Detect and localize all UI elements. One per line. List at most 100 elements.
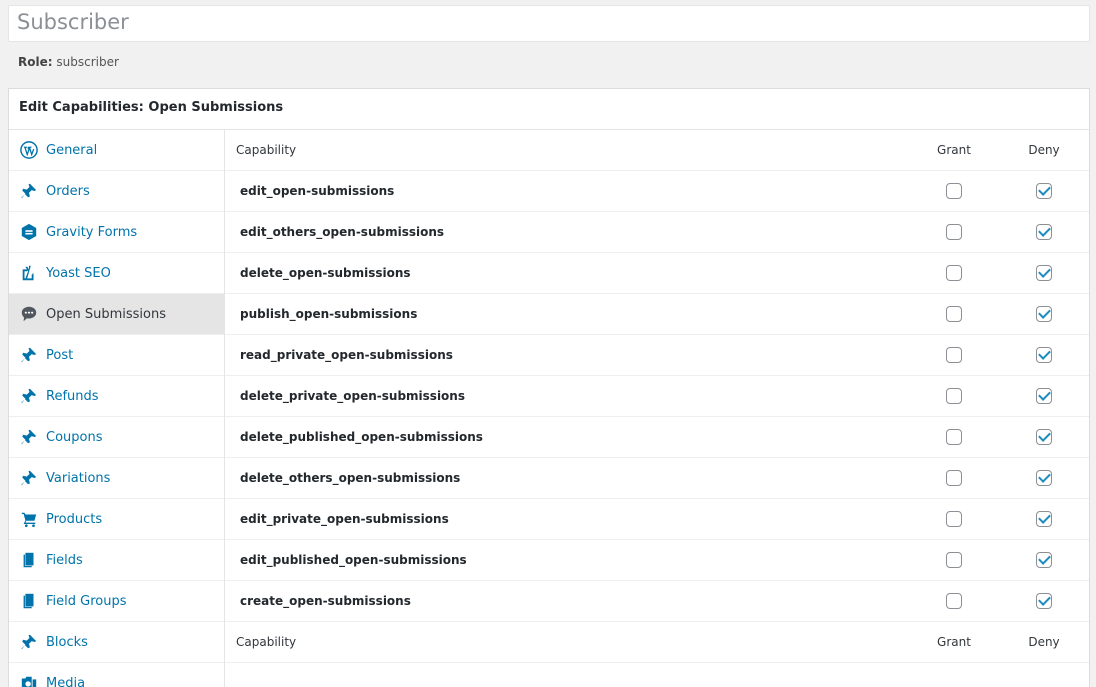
capability-name: delete_published_open-submissions xyxy=(240,430,483,444)
sidebar-item-label: Variations xyxy=(46,470,111,486)
sidebar-item-variations[interactable]: Variations xyxy=(9,458,224,499)
deny-checkbox[interactable] xyxy=(1036,265,1052,281)
sidebar-item-gravity-forms[interactable]: Gravity Forms xyxy=(9,212,224,253)
grant-checkbox[interactable] xyxy=(946,470,962,486)
deny-checkbox[interactable] xyxy=(1036,511,1052,527)
sidebar-item-orders[interactable]: Orders xyxy=(9,171,224,212)
capabilities-table: Capability Grant Deny edit_open-submissions… xyxy=(225,130,1089,663)
sidebar-item-label: Field Groups xyxy=(46,593,127,609)
grant-checkbox[interactable] xyxy=(946,265,962,281)
grant-checkbox[interactable] xyxy=(946,429,962,445)
grant-checkbox[interactable] xyxy=(946,183,962,199)
table-row: delete_others_open-submissions xyxy=(225,458,1089,499)
grant-cell xyxy=(909,388,999,404)
sidebar-item-yoast-seo[interactable]: Yoast SEO xyxy=(9,253,224,294)
deny-cell xyxy=(999,388,1089,404)
pages-icon xyxy=(19,591,39,611)
column-header-capability: Capability xyxy=(236,635,297,649)
capability-name: edit_others_open-submissions xyxy=(240,225,445,239)
deny-cell xyxy=(999,511,1089,527)
grant-cell xyxy=(909,224,999,240)
sidebar-item-label: Open Submissions xyxy=(46,306,166,322)
grant-checkbox[interactable] xyxy=(946,511,962,527)
pushpin-icon xyxy=(19,468,39,488)
sidebar-item-label: General xyxy=(46,142,98,158)
grant-cell xyxy=(909,511,999,527)
sidebar-item-products[interactable]: Products xyxy=(9,499,224,540)
sidebar-item-label: Media xyxy=(46,675,86,687)
deny-cell xyxy=(999,552,1089,568)
column-header-grant: Grant xyxy=(937,635,971,649)
pages-icon xyxy=(19,550,39,570)
sidebar-item-label: Products xyxy=(46,511,103,527)
grant-cell xyxy=(909,265,999,281)
grant-cell xyxy=(909,183,999,199)
role-label: Role: xyxy=(18,55,53,69)
table-row: edit_others_open-submissions xyxy=(225,212,1089,253)
pushpin-icon xyxy=(19,345,39,365)
deny-checkbox[interactable] xyxy=(1036,306,1052,322)
capability-name: delete_private_open-submissions xyxy=(240,389,465,403)
media-icon xyxy=(19,673,39,687)
column-header-deny: Deny xyxy=(1028,635,1060,649)
deny-checkbox[interactable] xyxy=(1036,470,1052,486)
column-header-capability: Capability xyxy=(236,143,297,157)
role-value: subscriber xyxy=(56,55,119,69)
capability-name: delete_open-submissions xyxy=(240,266,411,280)
deny-cell xyxy=(999,470,1089,486)
cart-icon xyxy=(19,509,39,529)
deny-checkbox[interactable] xyxy=(1036,183,1052,199)
grant-checkbox[interactable] xyxy=(946,306,962,322)
deny-checkbox[interactable] xyxy=(1036,224,1052,240)
gravity-forms-icon xyxy=(19,222,39,242)
sidebar-item-label: Orders xyxy=(46,183,90,199)
deny-checkbox[interactable] xyxy=(1036,347,1052,363)
grant-checkbox[interactable] xyxy=(946,552,962,568)
deny-checkbox[interactable] xyxy=(1036,429,1052,445)
pushpin-icon xyxy=(19,181,39,201)
sidebar-item-open-submissions[interactable]: Open Submissions xyxy=(9,294,224,335)
deny-checkbox[interactable] xyxy=(1036,388,1052,404)
deny-cell xyxy=(999,593,1089,609)
sidebar-item-post[interactable]: Post xyxy=(9,335,224,376)
table-row: edit_private_open-submissions xyxy=(225,499,1089,540)
yoast-icon xyxy=(19,263,39,283)
sidebar-item-label: Coupons xyxy=(46,429,103,445)
panel-heading: Edit Capabilities: Open Submissions xyxy=(9,89,1089,130)
capability-name: edit_published_open-submissions xyxy=(240,553,467,567)
deny-cell xyxy=(999,306,1089,322)
sidebar-item-general[interactable]: General xyxy=(9,130,224,171)
table-row: delete_private_open-submissions xyxy=(225,376,1089,417)
deny-checkbox[interactable] xyxy=(1036,552,1052,568)
pushpin-icon xyxy=(19,632,39,652)
deny-checkbox[interactable] xyxy=(1036,593,1052,609)
sidebar-item-refunds[interactable]: Refunds xyxy=(9,376,224,417)
sidebar-item-coupons[interactable]: Coupons xyxy=(9,417,224,458)
deny-cell xyxy=(999,347,1089,363)
speech-bubble-icon xyxy=(19,304,39,324)
sidebar-item-field-groups[interactable]: Field Groups xyxy=(9,581,224,622)
role-title-input[interactable]: Subscriber xyxy=(17,10,129,34)
grant-cell xyxy=(909,470,999,486)
capability-name: create_open-submissions xyxy=(240,594,411,608)
grant-checkbox[interactable] xyxy=(946,347,962,363)
grant-checkbox[interactable] xyxy=(946,224,962,240)
sidebar-item-label: Post xyxy=(46,347,74,363)
capability-name: read_private_open-submissions xyxy=(240,348,453,362)
table-row: read_private_open-submissions xyxy=(225,335,1089,376)
table-row: delete_published_open-submissions xyxy=(225,417,1089,458)
role-title-field[interactable]: Subscriber xyxy=(8,5,1090,42)
wordpress-icon xyxy=(19,140,39,160)
pushpin-icon xyxy=(19,386,39,406)
sidebar-item-fields[interactable]: Fields xyxy=(9,540,224,581)
grant-checkbox[interactable] xyxy=(946,388,962,404)
table-row: delete_open-submissions xyxy=(225,253,1089,294)
grant-checkbox[interactable] xyxy=(946,593,962,609)
capability-name: edit_open-submissions xyxy=(240,184,395,198)
sidebar-item-media[interactable]: Media xyxy=(9,663,224,687)
grant-cell xyxy=(909,593,999,609)
sidebar-item-blocks[interactable]: Blocks xyxy=(9,622,224,663)
deny-cell xyxy=(999,224,1089,240)
pushpin-icon xyxy=(19,427,39,447)
sidebar-item-label: Fields xyxy=(46,552,83,568)
